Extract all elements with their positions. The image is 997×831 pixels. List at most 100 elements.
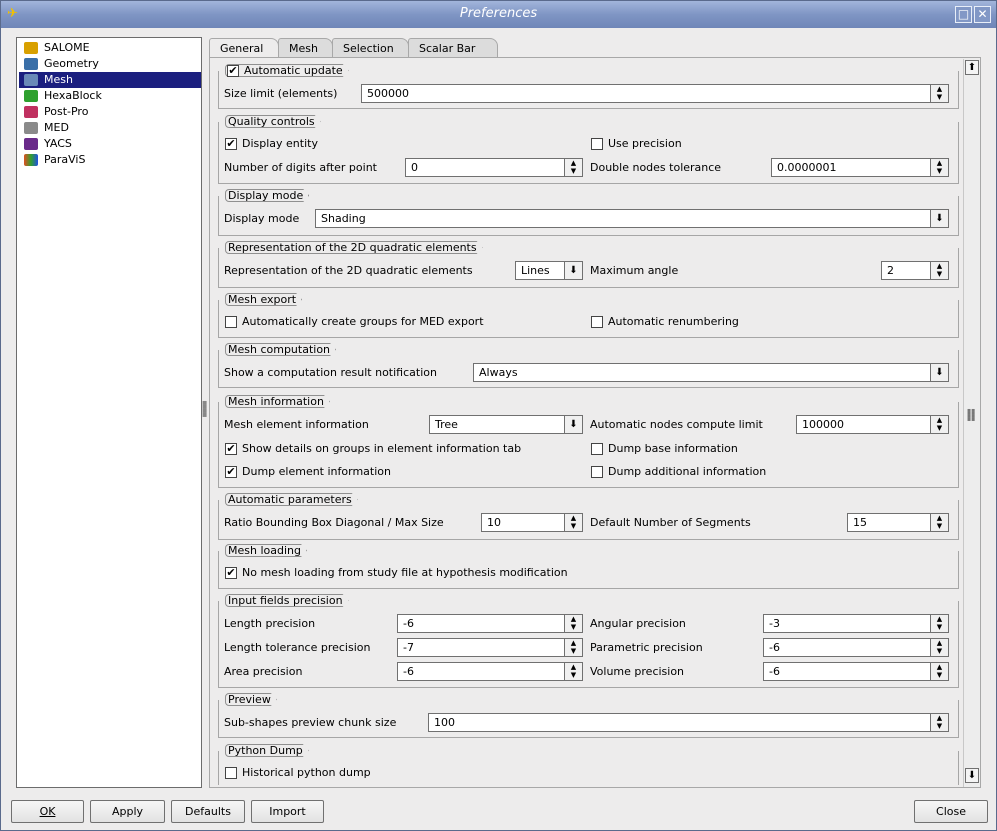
apply-button[interactable]: Apply — [90, 800, 165, 823]
scroll-down-icon[interactable]: ⬇ — [965, 768, 979, 783]
splitter-handle[interactable]: ▪ ▪ ▪ ▪ — [202, 399, 207, 419]
maximize-button[interactable]: □ — [955, 6, 972, 23]
tolerance-label: Double nodes tolerance — [590, 161, 722, 174]
group-title: Mesh information — [225, 395, 330, 408]
dropdown-arrow-icon[interactable]: ⬇ — [564, 416, 582, 433]
spin-arrows-icon[interactable]: ▲ ▼ — [564, 159, 582, 176]
import-button[interactable]: Import — [251, 800, 324, 823]
scroll-up-icon[interactable]: ⬆ — [965, 60, 979, 75]
dump-additional-checkbox[interactable] — [591, 466, 603, 478]
no-mesh-loading-label: No mesh loading from study file at hypot… — [242, 566, 568, 579]
group-title: Display mode — [225, 189, 309, 202]
dropdown-arrow-icon[interactable]: ⬇ — [930, 210, 948, 227]
close-button[interactable]: Close — [914, 800, 988, 823]
tab-scalar-bar[interactable]: Scalar Bar — [408, 38, 498, 58]
no-mesh-loading-checkbox[interactable]: ✔ — [225, 567, 237, 579]
group-title: Preview — [225, 693, 277, 706]
chunk-size-spinbox[interactable]: 100 ▲ ▼ — [428, 713, 949, 732]
group-title: Mesh computation — [225, 343, 336, 356]
angular-precision-spinbox[interactable]: -3 ▲ ▼ — [763, 614, 949, 633]
spin-arrows-icon[interactable]: ▲ ▼ — [930, 262, 948, 279]
group-title: Mesh loading — [225, 544, 307, 557]
module-item-geometry[interactable]: Geometry — [19, 56, 201, 72]
element-info-select[interactable]: Tree ⬇ — [429, 415, 583, 434]
dropdown-arrow-icon[interactable]: ⬇ — [564, 262, 582, 279]
salome-icon — [24, 42, 38, 54]
chunk-size-label: Sub-shapes preview chunk size — [224, 716, 397, 729]
size-limit-spinbox[interactable]: 500000 ▲ ▼ — [361, 84, 949, 103]
module-item-med[interactable]: MED — [19, 120, 201, 136]
length-precision-label: Length precision — [224, 617, 316, 630]
length-tolerance-spinbox[interactable]: -7 ▲ ▼ — [397, 638, 583, 657]
dump-element-checkbox[interactable]: ✔ — [225, 466, 237, 478]
tolerance-spinbox[interactable]: 0.0000001 ▲ ▼ — [771, 158, 949, 177]
tab-selection[interactable]: Selection — [332, 38, 409, 58]
auto-renumbering-checkbox[interactable] — [591, 316, 603, 328]
module-item-salome[interactable]: SALOME — [19, 40, 201, 56]
spin-arrows-icon[interactable]: ▲ ▼ — [564, 615, 582, 632]
module-item-mesh[interactable]: Mesh — [19, 72, 201, 88]
geometry-icon — [24, 58, 38, 70]
parametric-precision-spinbox[interactable]: -6 ▲ ▼ — [763, 638, 949, 657]
group-title: Automatic parameters — [225, 493, 358, 506]
ok-button[interactable]: OK — [11, 800, 84, 823]
spin-arrows-icon[interactable]: ▲ ▼ — [930, 85, 948, 102]
vertical-scrollbar[interactable]: ⬆ ▪▪ ▪▪ ▪▪ ▪▪ ⬇ — [963, 59, 980, 787]
auto-groups-checkbox[interactable] — [225, 316, 237, 328]
volume-precision-spinbox[interactable]: -6 ▲ ▼ — [763, 662, 949, 681]
show-details-checkbox[interactable]: ✔ — [225, 443, 237, 455]
notification-label: Show a computation result notification — [224, 366, 437, 379]
digits-spinbox[interactable]: 0 ▲ ▼ — [405, 158, 583, 177]
group-title: Mesh export — [225, 293, 302, 306]
preferences-window: ✈ Preferences □ ✕ SALOME Geometry Mesh H… — [0, 0, 997, 831]
ratio-label: Ratio Bounding Box Diagonal / Max Size — [224, 516, 444, 529]
mesh-icon — [24, 74, 38, 86]
nodes-limit-spinbox[interactable]: 100000 ▲ ▼ — [796, 415, 949, 434]
display-mode-label: Display mode — [224, 212, 300, 225]
yacs-icon — [24, 138, 38, 150]
display-entity-checkbox[interactable]: ✔ — [225, 138, 237, 150]
area-precision-label: Area precision — [224, 665, 303, 678]
scroll-grip[interactable]: ▪▪ ▪▪ ▪▪ ▪▪ — [967, 408, 977, 423]
tab-mesh[interactable]: Mesh — [278, 38, 333, 58]
module-item-post-pro[interactable]: Post-Pro — [19, 104, 201, 120]
close-window-button[interactable]: ✕ — [974, 6, 991, 23]
module-item-yacs[interactable]: YACS — [19, 136, 201, 152]
element-info-label: Mesh element information — [224, 418, 369, 431]
spin-arrows-icon[interactable]: ▲ ▼ — [564, 663, 582, 680]
length-precision-spinbox[interactable]: -6 ▲ ▼ — [397, 614, 583, 633]
spin-arrows-icon[interactable]: ▲ ▼ — [564, 514, 582, 531]
historical-dump-checkbox[interactable] — [225, 767, 237, 779]
spin-arrows-icon[interactable]: ▲ ▼ — [930, 615, 948, 632]
defaults-button[interactable]: Defaults — [171, 800, 245, 823]
dropdown-arrow-icon[interactable]: ⬇ — [930, 364, 948, 381]
quadratic-select[interactable]: Lines ⬇ — [515, 261, 583, 280]
auto-groups-label: Automatically create groups for MED expo… — [242, 315, 484, 328]
area-precision-spinbox[interactable]: -6 ▲ ▼ — [397, 662, 583, 681]
spin-arrows-icon[interactable]: ▲ ▼ — [930, 514, 948, 531]
spin-arrows-icon[interactable]: ▲ ▼ — [930, 639, 948, 656]
group-title: Representation of the 2D quadratic eleme… — [225, 241, 483, 254]
spin-arrows-icon[interactable]: ▲ ▼ — [930, 663, 948, 680]
display-mode-select[interactable]: Shading ⬇ — [315, 209, 949, 228]
parametric-precision-label: Parametric precision — [590, 641, 703, 654]
quadratic-label: Representation of the 2D quadratic eleme… — [224, 264, 473, 277]
ratio-spinbox[interactable]: 10 ▲ ▼ — [481, 513, 583, 532]
notification-select[interactable]: Always ⬇ — [473, 363, 949, 382]
segments-spinbox[interactable]: 15 ▲ ▼ — [847, 513, 949, 532]
module-item-hexablock[interactable]: HexaBlock — [19, 88, 201, 104]
automatic-update-checkbox[interactable]: ✔ — [227, 65, 239, 77]
module-item-paravis[interactable]: ParaViS — [19, 152, 201, 168]
spin-arrows-icon[interactable]: ▲ ▼ — [564, 639, 582, 656]
spin-arrows-icon[interactable]: ▲ ▼ — [930, 416, 948, 433]
max-angle-spinbox[interactable]: 2 ▲ ▼ — [881, 261, 949, 280]
use-precision-checkbox[interactable] — [591, 138, 603, 150]
dump-base-label: Dump base information — [608, 442, 738, 455]
spin-arrows-icon[interactable]: ▲ ▼ — [930, 714, 948, 731]
group-title: Input fields precision — [225, 594, 349, 607]
spin-arrows-icon[interactable]: ▲ ▼ — [930, 159, 948, 176]
paravis-icon — [24, 154, 38, 166]
tab-general[interactable]: General — [209, 38, 279, 59]
display-entity-label: Display entity — [242, 137, 318, 150]
dump-base-checkbox[interactable] — [591, 443, 603, 455]
